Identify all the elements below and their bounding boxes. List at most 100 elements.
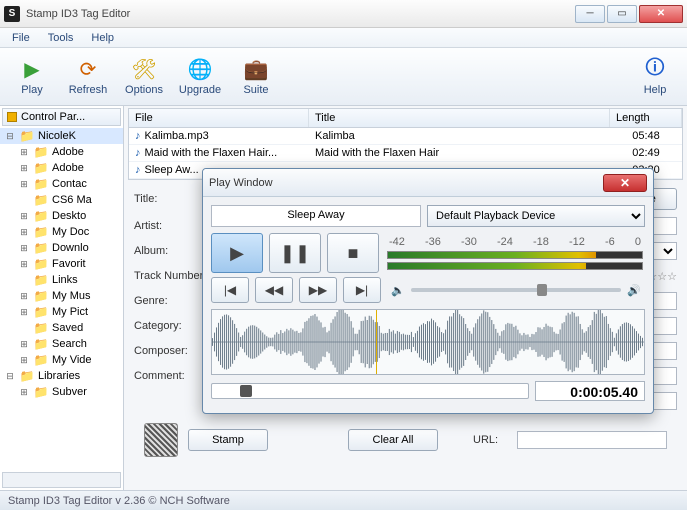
playback-time: 0:00:05.40: [535, 381, 645, 401]
tree-twisty-icon[interactable]: [18, 355, 30, 366]
table-row[interactable]: ♪Kalimba.mp3Kalimba05:48: [129, 128, 682, 145]
options-icon: 🛠: [132, 58, 156, 82]
tree-header[interactable]: Control Par...: [2, 108, 121, 126]
tree-node[interactable]: Libraries: [0, 368, 123, 384]
input-url[interactable]: [517, 431, 667, 449]
folder-icon: [33, 337, 49, 351]
upgrade-label: Upgrade: [179, 84, 221, 96]
transport-stop-button[interactable]: ■: [327, 233, 379, 273]
level-meter: -42-36-30-24-18-12-60: [385, 234, 645, 272]
maximize-button[interactable]: [607, 5, 637, 23]
tree-twisty-icon[interactable]: [18, 227, 30, 238]
folder-icon: [19, 369, 35, 383]
tree-twisty-icon[interactable]: [18, 307, 30, 318]
transport-play-button[interactable]: ▶: [211, 233, 263, 273]
tree-twisty-icon[interactable]: [4, 131, 16, 142]
window-title: Stamp ID3 Tag Editor: [26, 8, 573, 20]
waveform-display[interactable]: [211, 309, 645, 375]
tree-node-label: Adobe: [52, 162, 84, 174]
menu-help[interactable]: Help: [83, 30, 122, 46]
minimize-button[interactable]: [575, 5, 605, 23]
tree-node[interactable]: Adobe: [0, 160, 123, 176]
tree-node[interactable]: My Vide: [0, 352, 123, 368]
stamp-button[interactable]: Stamp: [188, 429, 268, 451]
refresh-button[interactable]: ⟳ Refresh: [62, 52, 114, 102]
volume-max-icon[interactable]: 🔊: [627, 284, 641, 297]
tree-node-label: Subver: [52, 386, 87, 398]
rewind-button[interactable]: ◀◀: [255, 277, 293, 303]
music-note-icon: ♪: [135, 147, 141, 159]
tree-scrollbar[interactable]: [2, 472, 121, 488]
seek-slider[interactable]: [211, 383, 529, 399]
folder-icon: [33, 209, 49, 223]
tree-node[interactable]: Links: [0, 272, 123, 288]
menu-tools[interactable]: Tools: [40, 30, 82, 46]
tree-node[interactable]: Search: [0, 336, 123, 352]
play-button[interactable]: ▶ Play: [6, 52, 58, 102]
stamp-icon: [144, 423, 178, 457]
col-file[interactable]: File: [129, 109, 309, 127]
tree-node[interactable]: Favorit: [0, 256, 123, 272]
tree-node-label: My Vide: [52, 354, 92, 366]
volume-mute-icon[interactable]: 🔈: [391, 284, 405, 297]
tree-node-label: CS6 Ma: [52, 194, 92, 206]
tree-node[interactable]: NicoleK: [0, 128, 123, 144]
tree-node[interactable]: My Pict: [0, 304, 123, 320]
col-title[interactable]: Title: [309, 109, 610, 127]
transport-pause-button[interactable]: ❚❚: [269, 233, 321, 273]
suite-button[interactable]: 💼 Suite: [230, 52, 282, 102]
tree-node[interactable]: Deskto: [0, 208, 123, 224]
tree-twisty-icon[interactable]: [18, 163, 30, 174]
col-length[interactable]: Length: [610, 109, 682, 127]
table-row[interactable]: ♪Maid with the Flaxen Hair...Maid with t…: [129, 145, 682, 162]
tree-twisty-icon[interactable]: [18, 291, 30, 302]
upgrade-button[interactable]: 🌐 Upgrade: [174, 52, 226, 102]
tree-node[interactable]: My Mus: [0, 288, 123, 304]
tree-twisty-icon[interactable]: [18, 259, 30, 270]
tree-twisty-icon[interactable]: [18, 387, 30, 398]
options-button[interactable]: 🛠 Options: [118, 52, 170, 102]
folder-icon: [33, 177, 49, 191]
skip-start-button[interactable]: |◀: [211, 277, 249, 303]
tree-twisty-icon[interactable]: [18, 211, 30, 222]
close-button[interactable]: [639, 5, 683, 23]
menu-file[interactable]: File: [4, 30, 38, 46]
help-button[interactable]: 🛈 Help: [629, 52, 681, 102]
folder-icon: [33, 161, 49, 175]
tree-twisty-icon[interactable]: [18, 147, 30, 158]
menubar: File Tools Help: [0, 28, 687, 48]
playback-device-select[interactable]: Default Playback Device: [427, 205, 645, 227]
tree-twisty-icon[interactable]: [18, 243, 30, 254]
tree-node[interactable]: Saved: [0, 320, 123, 336]
options-label: Options: [125, 84, 163, 96]
skip-end-button[interactable]: ▶|: [343, 277, 381, 303]
dialog-close-button[interactable]: ✕: [603, 174, 647, 192]
tree-node-label: Links: [52, 274, 78, 286]
folder-tree[interactable]: Control Par... NicoleKAdobeAdobeContacCS…: [0, 106, 124, 490]
refresh-icon: ⟳: [76, 58, 100, 82]
play-icon: ▶: [20, 58, 44, 82]
dialog-title: Play Window: [209, 177, 603, 189]
folder-icon: [33, 353, 49, 367]
forward-button[interactable]: ▶▶: [299, 277, 337, 303]
tree-twisty-icon[interactable]: [18, 179, 30, 190]
tree-node[interactable]: Subver: [0, 384, 123, 400]
tree-node[interactable]: Contac: [0, 176, 123, 192]
folder-icon: [33, 385, 49, 399]
music-note-icon: ♪: [135, 164, 141, 176]
tree-node[interactable]: CS6 Ma: [0, 192, 123, 208]
folder-icon: [33, 257, 49, 271]
tree-node[interactable]: Downlo: [0, 240, 123, 256]
tree-node-label: Contac: [52, 178, 87, 190]
tree-twisty-icon[interactable]: [4, 371, 16, 382]
toolbar: ▶ Play ⟳ Refresh 🛠 Options 🌐 Upgrade 💼 S…: [0, 48, 687, 106]
clearall-button[interactable]: Clear All: [348, 429, 438, 451]
volume-slider[interactable]: [411, 288, 622, 292]
dialog-titlebar[interactable]: Play Window ✕: [203, 169, 653, 197]
tree-node[interactable]: Adobe: [0, 144, 123, 160]
tree-node[interactable]: My Doc: [0, 224, 123, 240]
tree-twisty-icon[interactable]: [18, 339, 30, 350]
bottom-bar: Stamp Clear All URL:: [134, 417, 677, 463]
tree-node-label: Deskto: [52, 210, 86, 222]
folder-icon: [33, 321, 49, 335]
